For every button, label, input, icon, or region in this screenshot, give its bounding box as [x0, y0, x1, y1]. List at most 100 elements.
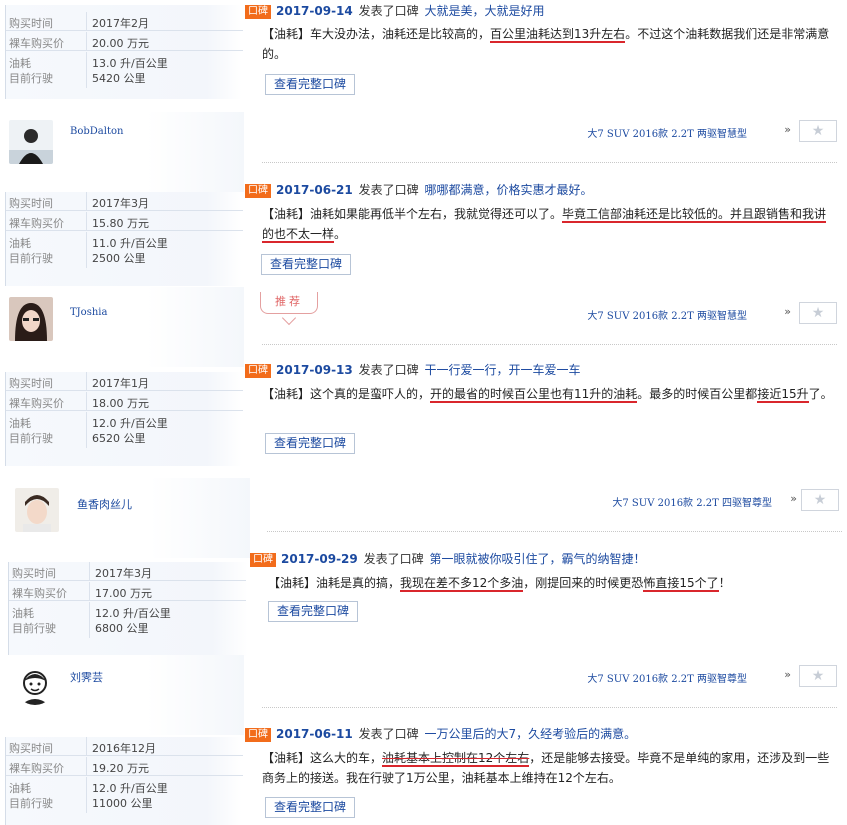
mark1: 我现在差不多12个多油: [400, 576, 524, 592]
review-text: 【油耗】这么大的车，油耗基本上控制在12个左右，还是能够去接受。毕竟不是单纯的家…: [262, 748, 837, 788]
review-title-link[interactable]: 第一眼就被你吸引住了，霸气的纳智捷！: [429, 552, 645, 566]
info-row: 裸车购买价 18.00 万元: [6, 392, 243, 411]
view-full-review-button[interactable]: 查看完整口碑: [261, 254, 352, 275]
info-row: 油耗 11.0 升/百公里 目前行驶 2500 公里: [6, 232, 243, 268]
purchase-time: 购买时间: [9, 377, 53, 390]
fuel: 12.0 升/百公里: [95, 607, 171, 620]
view-full-review-button[interactable]: 查看完整口碑: [265, 797, 356, 818]
review-title-link[interactable]: 大就是美，大就是好用: [424, 4, 544, 18]
divider: [262, 162, 837, 163]
purchase-info: 购买时间 2017年2月 裸车购买价 20.00 万元 油耗 13.0 升/百公里 目前…: [5, 5, 243, 99]
published: 发表了口碑: [363, 552, 424, 566]
review-tag: 口碑: [245, 5, 271, 19]
avatar[interactable]: [15, 488, 59, 532]
mileage: 目前行驶: [9, 797, 53, 810]
review-title-link[interactable]: 干一行爱一行，开一车爱一车: [424, 363, 580, 377]
mileage: 11000 公里: [92, 797, 153, 810]
bare-price: 裸车购买价: [9, 397, 64, 410]
star-button[interactable]: ★: [799, 120, 837, 142]
cell-divider: [86, 737, 87, 755]
star-button[interactable]: ★: [799, 302, 837, 324]
review-title-link[interactable]: 一万公里后的大7，久经考验后的满意。: [424, 727, 636, 741]
star-button[interactable]: ★: [799, 665, 837, 687]
car-model-link[interactable]: 大7 SUV 2016款 2.2T 四驱智尊型: [612, 494, 772, 509]
mark2: 接近15升: [757, 387, 809, 403]
published: 发表了口碑: [358, 4, 419, 18]
username-link[interactable]: 鱼香肉丝儿: [77, 496, 132, 512]
purchase-time: 购买时间: [12, 567, 56, 580]
fuel: 油耗: [9, 417, 31, 430]
recommend: 推荐: [260, 292, 318, 314]
mileage: 目前行驶: [9, 72, 53, 85]
view-full-review-button[interactable]: 查看完整口碑: [265, 74, 356, 95]
cell-divider: [86, 12, 87, 30]
purchase-info: 购买时间 2016年12月 裸车购买价 19.20 万元 油耗 12.0 升/百公里目…: [5, 737, 243, 825]
info-row: 裸车购买价 20.00 万元: [6, 32, 243, 51]
seg1: 【油耗】油耗如果能再低半个左右，我就觉得还可以了。: [262, 207, 563, 221]
info-row: 购买时间 2017年1月: [6, 372, 243, 391]
info-row: 购买时间 2017年2月: [6, 12, 243, 31]
mileage: 2500 公里: [92, 252, 146, 265]
cell-divider: [86, 372, 87, 390]
cell-divider: [89, 602, 90, 638]
user-header: BobDalton: [0, 112, 244, 192]
username-link[interactable]: 刘霁芸: [70, 669, 103, 685]
review-text: 【油耗】这个真的是蛮吓人的，开的最省的时候百公里也有11升的油耗。最多的时候百公…: [262, 384, 837, 404]
mileage: 目前行驶: [9, 432, 53, 445]
divider: [262, 344, 837, 345]
cell-divider: [86, 392, 87, 410]
cell-divider: [89, 562, 90, 580]
seg1: 【油耗】这么大的车，: [262, 751, 383, 765]
mileage: 目前行驶: [12, 622, 56, 635]
mileage: 5420 公里: [92, 72, 146, 85]
star-button[interactable]: ★: [801, 489, 839, 511]
mark1: 油耗基本上控制在12个左右: [382, 751, 530, 767]
review-header: 口碑 2017-09-13 发表了口碑 干一行爱一行，开一车爱一车: [245, 361, 580, 378]
fuel: 13.0 升/百公里: [92, 57, 168, 70]
review-header: 口碑 2017-09-14 发表了口碑 大就是美，大就是好用: [245, 2, 544, 19]
purchase-time: 购买时间: [9, 197, 53, 210]
bare-price: 裸车购买价: [9, 217, 64, 230]
bare-price: 裸车购买价: [9, 37, 64, 50]
car-model-link[interactable]: 大7 SUV 2016款 2.2T 两驱智慧型: [587, 307, 747, 322]
avatar[interactable]: [9, 120, 53, 164]
fuel: 油耗: [12, 607, 34, 620]
date: 2017-09-13: [276, 363, 353, 377]
review-text: 【油耗】油耗是真的搞，我现在差不多12个多油，刚提回来的时候更恐怖直接15个了！: [268, 573, 843, 593]
review-header: 口碑 2017-06-11 发表了口碑 一万公里后的大7，久经考验后的满意。: [245, 725, 636, 742]
info-row: 购买时间 2017年3月: [6, 192, 243, 211]
price: 19.20 万元: [92, 762, 149, 775]
seg1: 【油耗】车大没办法，油耗还是比较高的，: [262, 27, 491, 41]
review-date: 2017-09-14: [276, 4, 353, 18]
view-full-review-button[interactable]: 查看完整口碑: [268, 601, 359, 622]
seg1: 【油耗】这个真的是蛮吓人的，: [262, 387, 431, 401]
car-model-link[interactable]: 大7 SUV 2016款 2.2T 两驱智尊型: [587, 670, 747, 685]
seg3: ！: [718, 576, 731, 590]
arrows-icon: »: [790, 492, 797, 505]
arrows-icon: »: [784, 668, 791, 681]
purchase-info: 购买时间 2017年3月 裸车购买价 17.00 万元 油耗 12.0 升/百公里 目前…: [8, 562, 248, 656]
fuel: 油耗: [9, 782, 31, 795]
cell-divider: [86, 52, 87, 88]
cell-divider: [86, 777, 87, 813]
mileage: 6520 公里: [92, 432, 146, 445]
purchase-info: 购买时间 2017年1月 裸车购买价 18.00 万元 油耗 12.0 升/百公里 目前…: [5, 372, 243, 466]
avatar[interactable]: [15, 665, 55, 705]
view-full-review-button[interactable]: 查看完整口碑: [265, 433, 356, 454]
seg3: 了。: [808, 387, 833, 401]
avatar[interactable]: [9, 297, 53, 341]
bare-price: 裸车购买价: [9, 762, 64, 775]
review-title-link[interactable]: 哪哪都满意，价格实惠才最好。: [424, 183, 592, 197]
username-link[interactable]: BobDalton: [70, 126, 123, 137]
review-text: 【油耗】油耗如果能再低半个左右，我就觉得还可以了。毕竟工信部油耗还是比较低的。并…: [262, 204, 837, 244]
review-text: 【油耗】车大没办法，油耗还是比较高的，百公里油耗达到13升左右。不过这个油耗数据…: [262, 24, 837, 64]
info-row: 购买时间 2017年3月: [9, 562, 246, 581]
purchase-time: 2016年12月: [92, 742, 156, 755]
username-link[interactable]: TJoshia: [70, 307, 107, 318]
price: 17.00 万元: [95, 587, 152, 600]
info-row: 裸车购买价 15.80 万元: [6, 212, 243, 231]
car-model-link[interactable]: 大7 SUV 2016款 2.2T 两驱智慧型: [587, 125, 747, 140]
info-row: 购买时间 2016年12月: [6, 737, 243, 756]
date: 2017-06-11: [276, 727, 353, 741]
price: 20.00 万元: [92, 37, 149, 50]
